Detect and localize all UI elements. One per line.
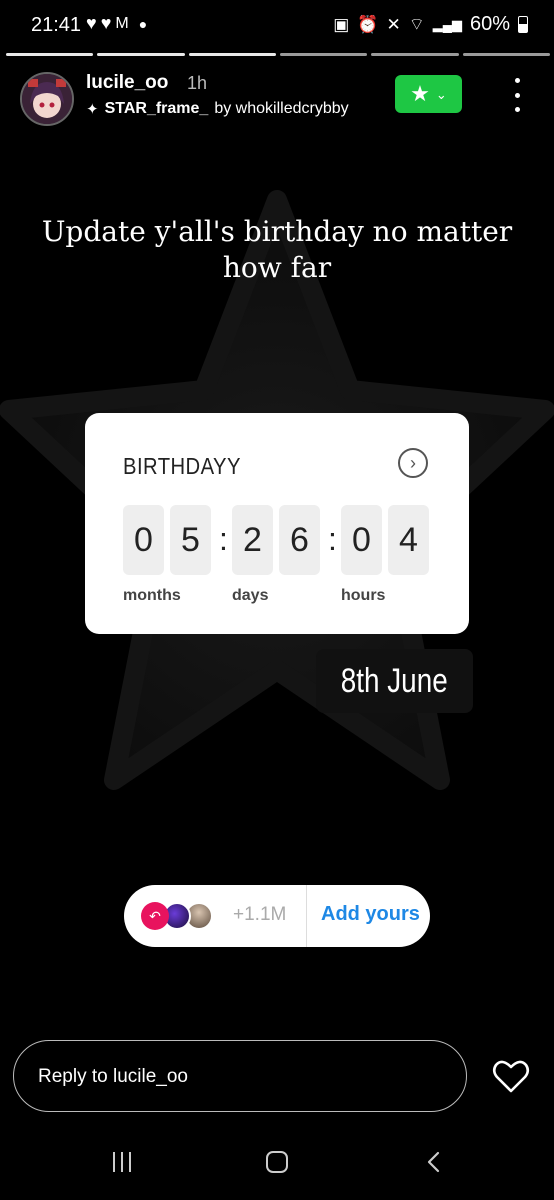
signal-icon: ▂▄▆ bbox=[432, 16, 462, 32]
story-progress bbox=[6, 53, 550, 56]
reply-input[interactable]: Reply to lucile_oo bbox=[13, 1040, 467, 1112]
heart-icon[interactable] bbox=[492, 1058, 530, 1094]
countdown-digit: 0 bbox=[341, 505, 382, 575]
recent-apps-icon[interactable] bbox=[113, 1152, 131, 1172]
battery-icon bbox=[518, 16, 528, 33]
add-yours-sticker[interactable]: ↶ +1.1M Add yours bbox=[124, 885, 430, 947]
participant-count: +1.1M bbox=[233, 904, 287, 925]
battery-saver-icon: ▣ bbox=[333, 14, 350, 34]
heart-icon: ♥ bbox=[86, 13, 97, 33]
sparkle-icon: ✦ bbox=[86, 101, 99, 118]
back-icon[interactable] bbox=[424, 1150, 444, 1174]
reply-arrow-icon: ↶ bbox=[141, 902, 169, 930]
countdown-digit: 5 bbox=[170, 505, 211, 575]
alarm-icon: ⏰ bbox=[357, 14, 379, 34]
progress-segment bbox=[188, 53, 276, 56]
progress-segment bbox=[6, 53, 94, 56]
colon-separator: : bbox=[219, 521, 228, 557]
wifi-icon: ⌔ bbox=[408, 15, 425, 34]
dot-icon: ● bbox=[138, 15, 148, 32]
more-options-icon[interactable] bbox=[506, 78, 528, 112]
divider bbox=[306, 885, 307, 947]
frame-name: STAR_frame_ bbox=[104, 100, 209, 117]
chevron-right-icon[interactable]: › bbox=[398, 448, 428, 478]
notification-icons: ♥ ♥ M ● bbox=[86, 13, 147, 34]
countdown-sticker[interactable]: BIRTHDAYY › 0 5 : 2 6 : 0 4 months days … bbox=[85, 413, 469, 634]
unit-days: days bbox=[232, 587, 269, 604]
progress-segment bbox=[279, 53, 368, 56]
add-yours-button[interactable]: Add yours bbox=[321, 903, 420, 926]
chevron-down-icon: ⌄ bbox=[435, 87, 447, 102]
avatar-image bbox=[22, 74, 72, 124]
home-icon[interactable] bbox=[266, 1151, 288, 1173]
colon-separator: : bbox=[328, 521, 337, 557]
date-text-sticker: 8th June bbox=[316, 649, 473, 713]
status-time: 21:41 bbox=[31, 14, 82, 36]
system-icons: ▣ ⏰ ✕ ⌔ ▂▄▆ 60% bbox=[333, 13, 528, 36]
status-bar: 21:41 ♥ ♥ M ● ▣ ⏰ ✕ ⌔ ▂▄▆ 60% bbox=[0, 0, 554, 52]
progress-segment bbox=[97, 53, 185, 56]
countdown-digit: 0 bbox=[123, 505, 164, 575]
heart-icon: ♥ bbox=[100, 13, 112, 33]
frame-attribution[interactable]: ✦ STAR_frame_ by whokilledcrybby bbox=[86, 100, 349, 118]
countdown-digit: 6 bbox=[279, 505, 320, 575]
countdown-digit: 4 bbox=[388, 505, 429, 575]
time-ago: 1h bbox=[187, 73, 208, 93]
unit-hours: hours bbox=[341, 587, 386, 604]
unit-months: months bbox=[123, 587, 181, 604]
reply-placeholder: Reply to lucile_oo bbox=[38, 1066, 188, 1087]
username[interactable]: lucile_oo bbox=[86, 72, 168, 94]
gmail-icon: M bbox=[115, 14, 129, 32]
navigation-bar bbox=[0, 1140, 554, 1200]
countdown-digit: 2 bbox=[232, 505, 273, 575]
progress-segment bbox=[462, 53, 550, 56]
progress-segment bbox=[371, 53, 459, 56]
mute-icon: ✕ bbox=[386, 14, 401, 34]
battery-percent: 60% bbox=[469, 13, 510, 35]
star-button[interactable]: ★ ⌄ bbox=[395, 75, 462, 113]
star-icon: ★ bbox=[410, 81, 430, 106]
avatar[interactable] bbox=[20, 72, 74, 126]
story-caption: Update y'all's birthday no matter how fa… bbox=[41, 215, 513, 284]
frame-author: by whokilledcrybby bbox=[214, 100, 349, 117]
countdown-title: BIRTHDAYY bbox=[123, 453, 241, 479]
